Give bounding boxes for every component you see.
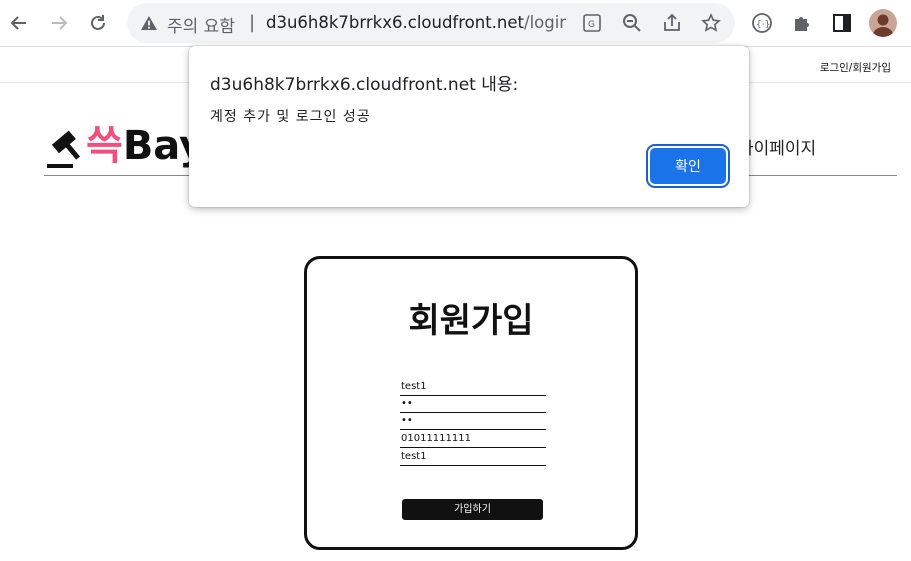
signup-card: 회원가입 test1 •• •• 01011111111 test1 가입하기 — [304, 256, 638, 550]
site-logo[interactable]: 쓱 Bay — [46, 118, 205, 170]
url-host: d3u6h8k7brrkx6.cloudfront.net — [266, 13, 525, 32]
login-signup-link[interactable]: 로그인/회원가입 — [820, 60, 891, 75]
nav-mypage[interactable]: 마이페이지 — [738, 134, 816, 159]
puzzle-icon[interactable] — [790, 11, 814, 35]
svg-text:{·}: {·} — [756, 20, 770, 30]
reload-icon[interactable] — [86, 11, 110, 35]
alert-ok-button[interactable]: 확인 — [650, 148, 726, 184]
url-text[interactable]: d3u6h8k7brrkx6.cloudfront.net/login... — [266, 13, 566, 32]
alert-dialog: d3u6h8k7brrkx6.cloudfront.net 내용: 계정 추가 … — [189, 46, 749, 207]
browser-toolbar: 주의 요함 | d3u6h8k7brrkx6.cloudfront.net/lo… — [0, 0, 911, 46]
forward-icon[interactable] — [47, 11, 71, 35]
address-bar[interactable]: 주의 요함 | d3u6h8k7brrkx6.cloudfront.net/lo… — [127, 3, 735, 43]
profile-avatar[interactable] — [869, 9, 897, 37]
gavel-icon — [47, 130, 80, 168]
signup-submit-button[interactable]: 가입하기 — [402, 499, 543, 520]
logo-korean: 쓱 — [86, 123, 123, 169]
share-icon[interactable] — [662, 13, 682, 33]
star-icon[interactable] — [701, 13, 721, 33]
name-field[interactable]: test1 — [400, 448, 546, 466]
password-confirm-field[interactable]: •• — [400, 412, 546, 430]
back-icon[interactable] — [7, 11, 31, 35]
url-separator: | — [249, 12, 256, 33]
security-label[interactable]: 주의 요함 — [167, 12, 235, 37]
signup-title: 회원가입 — [408, 301, 534, 341]
extension-cs-icon[interactable]: {·} — [750, 11, 774, 35]
alert-title: d3u6h8k7brrkx6.cloudfront.net 내용: — [210, 75, 519, 95]
alert-message: 계정 추가 및 로그인 성공 — [210, 109, 371, 125]
svg-text:G: G — [588, 20, 595, 30]
url-path: /login... — [524, 13, 566, 32]
translate-icon[interactable]: G — [582, 13, 602, 33]
phone-field[interactable]: 01011111111 — [400, 430, 546, 448]
zoom-out-icon[interactable] — [622, 13, 642, 33]
password-field[interactable]: •• — [400, 395, 546, 413]
sidepanel-icon[interactable] — [830, 11, 854, 35]
warning-icon[interactable] — [140, 15, 158, 35]
id-field[interactable]: test1 — [400, 378, 546, 396]
